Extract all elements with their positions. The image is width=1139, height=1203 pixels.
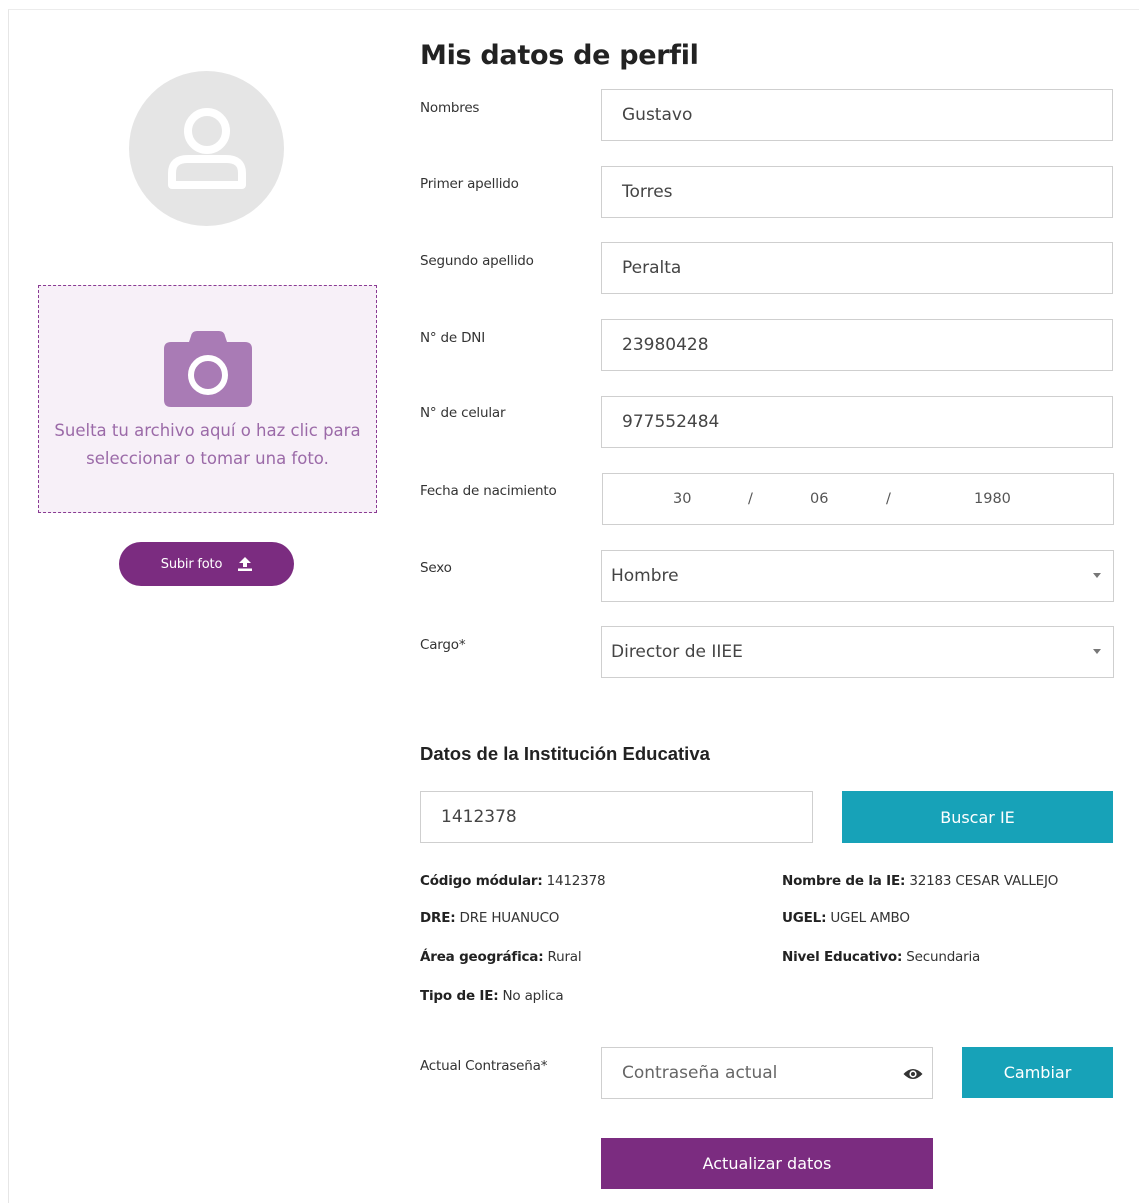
photo-dropzone[interactable]: Suelta tu archivo aquí o haz clic para s… (38, 285, 377, 513)
user-icon (168, 108, 246, 189)
info-area-label: Área geográfica: (420, 949, 544, 965)
info-tipo-value: No aplica (502, 988, 564, 1004)
info-nombre-ie: Nombre de la IE: 32183 CESAR VALLEJO (782, 873, 1058, 889)
segundo-apellido-value: Peralta (622, 258, 682, 278)
info-codigo-value: 1412378 (546, 873, 606, 889)
password-placeholder: Contraseña actual (622, 1063, 778, 1083)
info-nombre-value: 32183 CESAR VALLEJO (909, 873, 1059, 889)
dni-value: 23980428 (622, 335, 709, 355)
sexo-value: Hombre (611, 566, 679, 586)
chevron-down-icon (1093, 573, 1101, 578)
upload-icon (238, 557, 253, 571)
update-data-button[interactable]: Actualizar datos (601, 1138, 933, 1189)
label-sexo: Sexo (420, 560, 452, 576)
primer-apellido-value: Torres (622, 182, 673, 202)
info-ugel: UGEL: UGEL AMBO (782, 910, 910, 926)
label-cargo: Cargo* (420, 637, 466, 653)
info-tipo-label: Tipo de IE: (420, 988, 499, 1004)
fecha-day[interactable]: 30 (673, 491, 691, 507)
label-primer-apellido: Primer apellido (420, 176, 519, 192)
cargo-value: Director de IIEE (611, 642, 743, 662)
info-nombre-label: Nombre de la IE: (782, 873, 906, 889)
chevron-down-icon (1093, 649, 1101, 654)
info-dre-value: DRE HUANUCO (459, 910, 560, 926)
segundo-apellido-field[interactable]: Peralta (601, 242, 1113, 294)
fecha-year[interactable]: 1980 (974, 491, 1011, 507)
info-codigo-label: Código módular: (420, 873, 543, 889)
dni-field[interactable]: 23980428 (601, 319, 1113, 371)
ie-search-value: 1412378 (441, 807, 517, 827)
upload-photo-label: Subir foto (160, 556, 223, 572)
celular-value: 977552484 (622, 412, 720, 432)
info-dre: DRE: DRE HUANUCO (420, 910, 559, 926)
info-nivel-educativo: Nivel Educativo: Secundaria (782, 949, 980, 965)
label-nombres: Nombres (420, 100, 480, 116)
upload-photo-button[interactable]: Subir foto (119, 542, 294, 586)
page-title: Mis datos de perfil (420, 40, 699, 71)
label-segundo-apellido: Segundo apellido (420, 253, 534, 269)
info-codigo-modular: Código módular: 1412378 (420, 873, 606, 889)
celular-field[interactable]: 977552484 (601, 396, 1113, 448)
primer-apellido-field[interactable]: Torres (601, 166, 1113, 218)
search-ie-label: Buscar IE (940, 807, 1015, 827)
info-ugel-value: UGEL AMBO (830, 910, 910, 926)
fecha-separator-2: / (886, 491, 891, 507)
institution-section-title: Datos de la Institución Educativa (420, 743, 710, 764)
change-password-label: Cambiar (1003, 1063, 1072, 1082)
label-fecha-nacimiento: Fecha de nacimiento (420, 483, 557, 499)
info-ugel-label: UGEL: (782, 910, 827, 926)
info-area-geografica: Área geográfica: Rural (420, 949, 582, 965)
nombres-field[interactable]: Gustavo (601, 89, 1113, 141)
nombres-value: Gustavo (622, 105, 693, 125)
cargo-select[interactable]: Director de IIEE (601, 626, 1114, 678)
info-tipo-ie: Tipo de IE: No aplica (420, 988, 564, 1004)
dropzone-text: Suelta tu archivo aquí o haz clic para s… (54, 421, 361, 468)
info-nivel-value: Secundaria (906, 949, 981, 965)
update-data-label: Actualizar datos (702, 1154, 832, 1173)
label-dni: N° de DNI (420, 330, 485, 346)
fecha-separator-1: / (748, 491, 753, 507)
info-dre-label: DRE: (420, 910, 456, 926)
info-area-value: Rural (547, 949, 582, 965)
sexo-select[interactable]: Hombre (601, 550, 1114, 602)
search-ie-button[interactable]: Buscar IE (842, 791, 1113, 843)
camera-icon (164, 331, 252, 407)
ie-search-input[interactable]: 1412378 (420, 791, 813, 843)
label-celular: N° de celular (420, 405, 506, 421)
password-input[interactable]: Contraseña actual (601, 1047, 933, 1099)
label-password: Actual Contraseña* (420, 1058, 548, 1074)
info-nivel-label: Nivel Educativo: (782, 949, 903, 965)
avatar (129, 71, 284, 226)
fecha-month[interactable]: 06 (810, 491, 828, 507)
eye-icon[interactable] (903, 1067, 923, 1081)
fecha-nacimiento-field[interactable]: 30 / 06 / 1980 (602, 473, 1114, 525)
change-password-button[interactable]: Cambiar (962, 1047, 1113, 1098)
